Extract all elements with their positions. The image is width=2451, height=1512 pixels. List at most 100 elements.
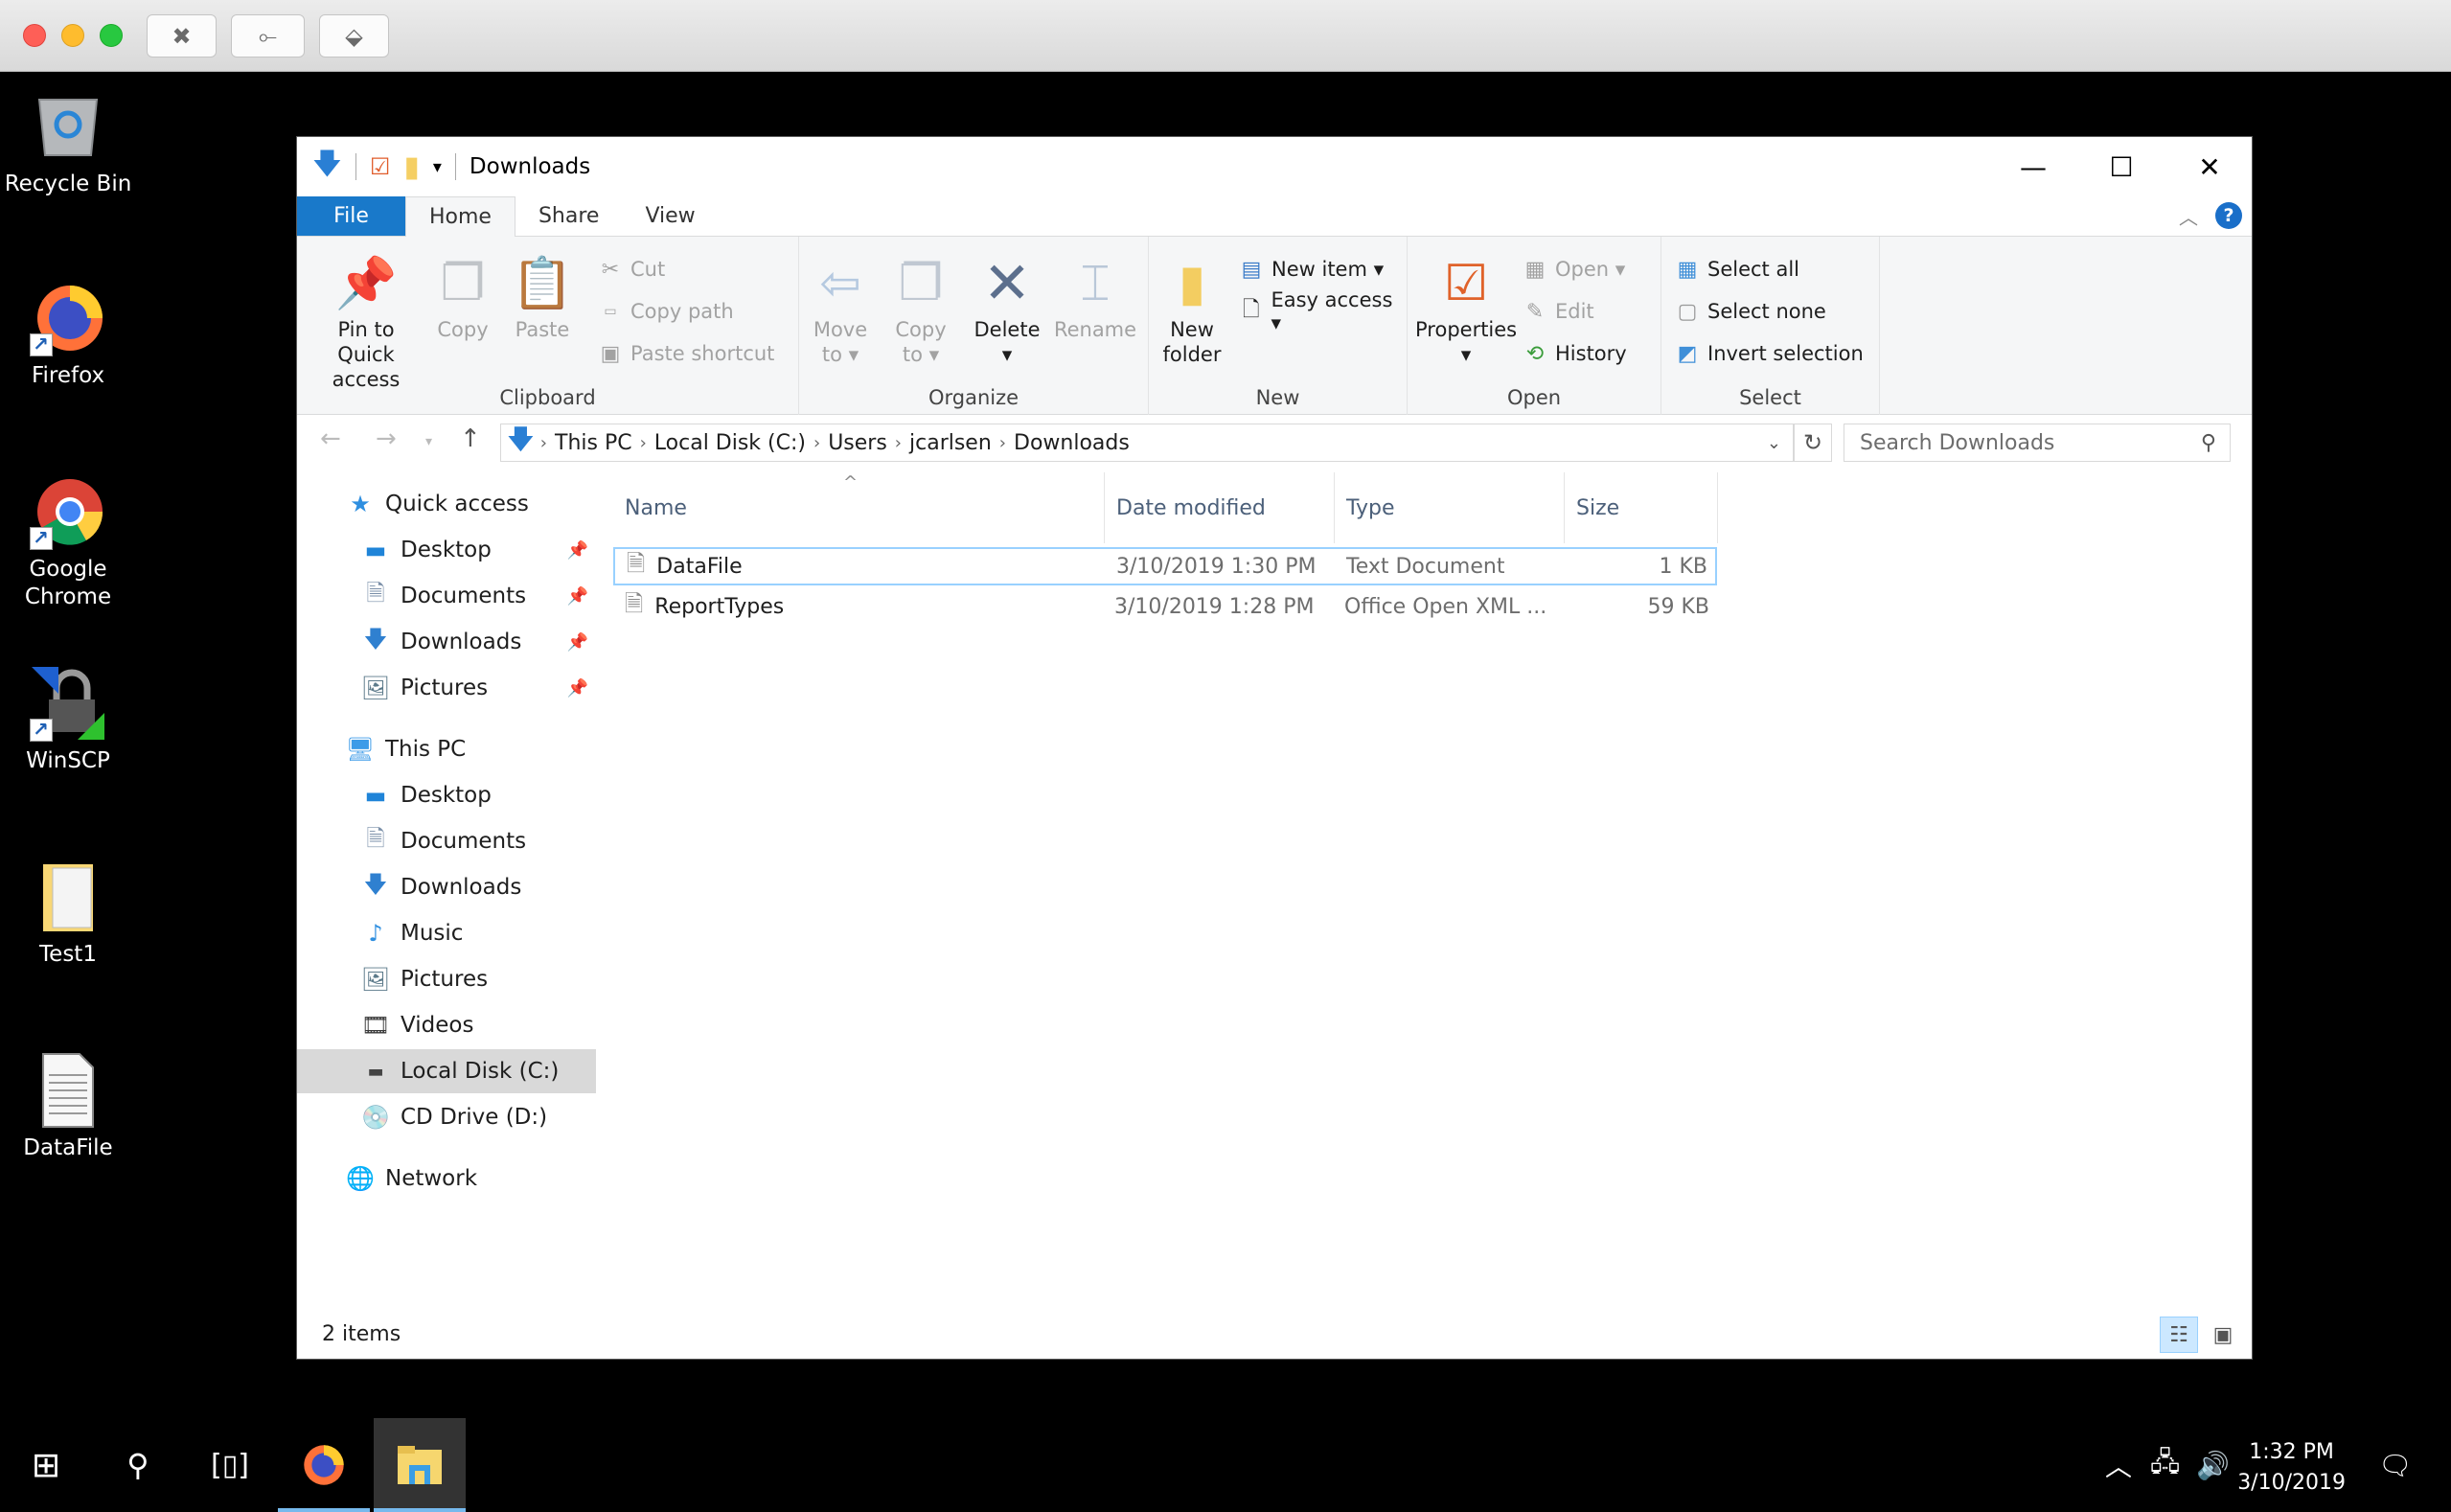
- network-status-icon[interactable]: 🖧: [2150, 1418, 2180, 1512]
- paste-button[interactable]: 📋 Paste: [508, 250, 577, 342]
- column-header-date-modified[interactable]: Date modified: [1105, 472, 1335, 543]
- properties-button[interactable]: ☑ Properties ▾: [1415, 250, 1517, 367]
- volume-icon[interactable]: 🔊: [2196, 1418, 2230, 1512]
- disconnect-button[interactable]: ✖: [147, 14, 217, 57]
- usb-button[interactable]: ⟜: [231, 14, 305, 57]
- desktop-icon-chrome[interactable]: Google Chrome: [0, 473, 136, 611]
- history-button[interactable]: ⟲ History: [1521, 338, 1627, 369]
- clock[interactable]: 1:32 PM 3/10/2019: [2237, 1437, 2346, 1499]
- close-button[interactable]: ✕: [2165, 137, 2254, 196]
- pin-icon[interactable]: 📌: [567, 632, 588, 653]
- up-button[interactable]: ↑: [460, 424, 481, 453]
- nav-this-pc[interactable]: 🖥 This PC: [297, 727, 596, 771]
- minimize-button[interactable]: —: [1989, 137, 2077, 196]
- breadcrumb-separator[interactable]: ›: [895, 433, 902, 453]
- forward-button[interactable]: →: [376, 424, 397, 453]
- nav-pc-local-disk[interactable]: ▬ Local Disk (C:): [297, 1049, 596, 1093]
- desktop-icon-test1[interactable]: Test1: [0, 859, 136, 969]
- show-hidden-icons-button[interactable]: ︿: [2105, 1418, 2132, 1512]
- tab-view[interactable]: View: [622, 196, 718, 236]
- cut-button[interactable]: ✂ Cut: [596, 254, 665, 285]
- desktop-icon-winscp[interactable]: WinSCP: [0, 665, 136, 775]
- address-dropdown-button[interactable]: ⌄: [1767, 433, 1781, 453]
- address-bar[interactable]: 🡇 › This PC › Local Disk (C:) › Users › …: [500, 424, 1794, 462]
- maximize-button[interactable]: ☐: [2077, 137, 2165, 196]
- nav-pc-cd-drive[interactable]: 💿 CD Drive (D:): [297, 1095, 596, 1139]
- desktop-icon-datafile[interactable]: DataFile: [0, 1052, 136, 1162]
- breadcrumb-separator[interactable]: ›: [640, 433, 647, 453]
- nav-quick-access[interactable]: ★ Quick access: [297, 482, 596, 526]
- breadcrumb-jcarlsen[interactable]: jcarlsen: [902, 431, 999, 455]
- copy-button[interactable]: ❐ Copy: [431, 250, 494, 342]
- refresh-button[interactable]: ↻: [1794, 424, 1832, 462]
- desktop-icon-recycle-bin[interactable]: Recycle Bin: [0, 88, 136, 198]
- nav-quick-pictures[interactable]: 🖼 Pictures 📌: [297, 666, 596, 710]
- file-row[interactable]: 🗎 DataFile 3/10/2019 1:30 PM Text Docume…: [613, 547, 1717, 585]
- nav-pc-videos[interactable]: 🎞 Videos: [297, 1003, 596, 1047]
- taskbar-firefox[interactable]: [278, 1418, 370, 1512]
- breadcrumb-separator[interactable]: ›: [999, 433, 1006, 453]
- easy-access-button[interactable]: 🗋 Easy access ▾: [1237, 288, 1407, 334]
- file-row[interactable]: 🗎 ReportTypes 3/10/2019 1:28 PM Office O…: [613, 587, 1717, 626]
- nav-pc-music[interactable]: ♪ Music: [297, 911, 596, 955]
- breadcrumb-this-pc[interactable]: This PC: [547, 431, 640, 455]
- new-folder-button[interactable]: ▮ New folder: [1158, 250, 1226, 367]
- open-button[interactable]: ▦ Open ▾: [1521, 254, 1626, 285]
- start-button[interactable]: ⊞: [0, 1418, 92, 1512]
- breadcrumb-local-disk[interactable]: Local Disk (C:): [647, 431, 813, 455]
- customize-qat-dropdown[interactable]: ▾: [433, 157, 442, 177]
- back-button[interactable]: ←: [320, 424, 341, 453]
- minimize-window-button[interactable]: [61, 24, 84, 47]
- close-window-button[interactable]: [23, 24, 46, 47]
- breadcrumb-downloads[interactable]: Downloads: [1006, 431, 1137, 455]
- large-icons-view-button[interactable]: ▣: [2204, 1317, 2242, 1353]
- column-header-type[interactable]: Type: [1335, 472, 1565, 543]
- zoom-window-button[interactable]: [100, 24, 123, 47]
- delete-button[interactable]: ✕ Delete ▾: [970, 250, 1044, 367]
- column-header-size[interactable]: Size: [1565, 472, 1718, 543]
- move-to-button[interactable]: ⇦ Move to ▾: [809, 250, 872, 367]
- pin-icon[interactable]: 📌: [567, 586, 588, 607]
- network-button[interactable]: ⬙: [319, 14, 389, 57]
- nav-network[interactable]: 🌐 Network: [297, 1157, 596, 1201]
- nav-pc-downloads[interactable]: 🡇 Downloads: [297, 865, 596, 909]
- paste-shortcut-button[interactable]: ▣ Paste shortcut: [596, 338, 775, 369]
- copy-path-icon: ▭: [604, 304, 617, 319]
- nav-quick-downloads[interactable]: 🡇 Downloads 📌: [297, 620, 596, 664]
- action-center-button[interactable]: 🗨: [2378, 1418, 2413, 1512]
- select-all-button[interactable]: ▦ Select all: [1673, 254, 1799, 285]
- tab-file[interactable]: File: [297, 196, 405, 236]
- tab-share[interactable]: Share: [515, 196, 623, 236]
- desktop-icon-firefox[interactable]: Firefox: [0, 280, 136, 390]
- copy-to-button[interactable]: ❐ Copy to ▾: [889, 250, 952, 367]
- collapse-ribbon-button[interactable]: ︿: [2179, 202, 2198, 230]
- properties-qat-button[interactable]: ☑: [370, 153, 391, 180]
- details-view-button[interactable]: ☷: [2160, 1317, 2198, 1353]
- tab-home[interactable]: Home: [405, 196, 515, 237]
- search-input[interactable]: Search Downloads ⚲: [1844, 424, 2231, 462]
- pin-icon[interactable]: 📌: [567, 540, 588, 561]
- nav-pc-pictures[interactable]: 🖼 Pictures: [297, 957, 596, 1001]
- taskbar-file-explorer[interactable]: [374, 1418, 466, 1512]
- column-header-name[interactable]: Name: [613, 472, 1105, 543]
- pin-to-quick-access-button[interactable]: 📌 Pin to Quick access: [309, 250, 424, 392]
- nav-pc-documents[interactable]: 🗎 Documents: [297, 819, 596, 863]
- copy-path-button[interactable]: ▭ Copy path: [596, 296, 733, 327]
- nav-label: CD Drive (D:): [401, 1105, 548, 1130]
- select-none-button[interactable]: ▢ Select none: [1673, 296, 1826, 327]
- pin-icon[interactable]: 📌: [567, 678, 588, 699]
- breadcrumb-separator[interactable]: ›: [813, 433, 820, 453]
- help-button[interactable]: ?: [2215, 202, 2242, 229]
- task-view-button[interactable]: [▯]: [184, 1418, 276, 1512]
- breadcrumb-users[interactable]: Users: [820, 431, 895, 455]
- rename-button[interactable]: ⌶ Rename: [1052, 250, 1138, 342]
- edit-button[interactable]: ✎ Edit: [1521, 296, 1594, 327]
- nav-pc-desktop[interactable]: ▬ Desktop: [297, 773, 596, 817]
- invert-selection-button[interactable]: ◩ Invert selection: [1673, 338, 1864, 369]
- search-button[interactable]: ⚲: [92, 1418, 184, 1512]
- recent-locations-button[interactable]: ▾: [425, 434, 432, 449]
- nav-quick-documents[interactable]: 🗎 Documents 📌: [297, 574, 596, 618]
- new-folder-qat-button[interactable]: ▮: [403, 150, 420, 184]
- nav-quick-desktop[interactable]: ▬ Desktop 📌: [297, 528, 596, 572]
- new-item-button[interactable]: ▤ New item ▾: [1237, 254, 1385, 285]
